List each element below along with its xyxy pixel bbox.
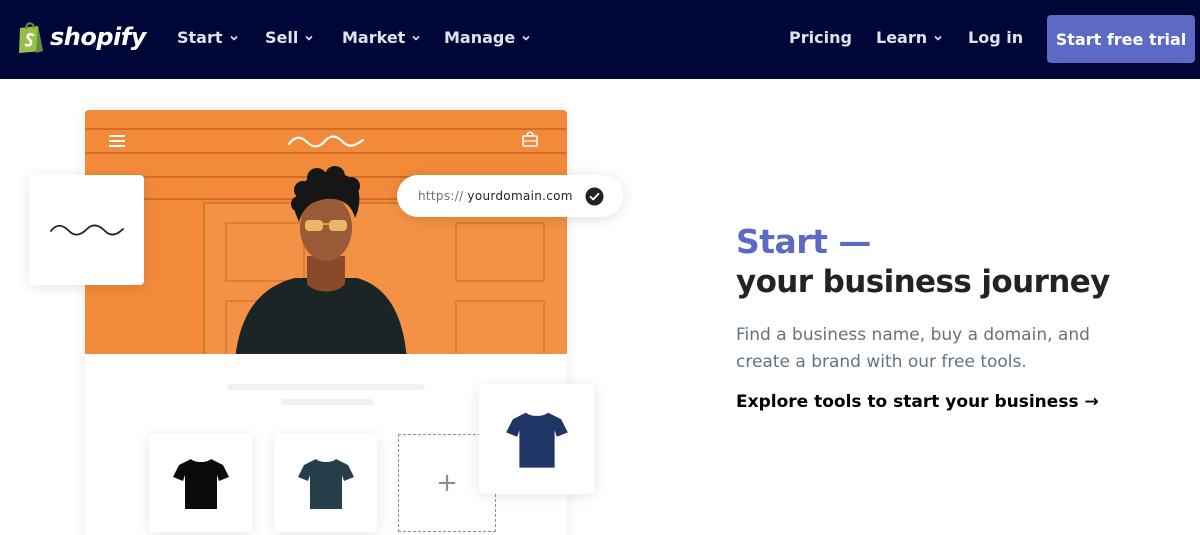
top-nav: shopify Start Sell Market Manage Pricing…: [0, 0, 1200, 79]
chevron-down-icon: [522, 35, 530, 41]
store-hero-image: [85, 110, 567, 354]
placeholder-subtitle-bar: [281, 399, 374, 405]
tshirt-icon: [172, 459, 229, 509]
domain-name: yourdomain.com: [467, 189, 573, 203]
explore-tools-link[interactable]: Explore tools to start your business →: [736, 392, 1099, 412]
shopify-bag-icon: [19, 22, 43, 53]
placeholder-title-bar: [227, 384, 425, 390]
chevron-down-icon: [934, 35, 942, 41]
checkmark-icon: [585, 187, 604, 206]
nav-item-label: Sell: [265, 28, 299, 47]
logo-card: [29, 175, 144, 285]
nav-item-sell[interactable]: Sell: [265, 28, 314, 47]
description: Find a business name, buy a domain, and …: [736, 325, 1090, 372]
start-free-trial-button[interactable]: Start free trial: [1047, 15, 1195, 63]
chevron-down-icon: [305, 35, 313, 41]
headline-accent: Start —: [736, 222, 871, 261]
door-panel: [455, 222, 545, 282]
product-card-teal-tshirt[interactable]: [274, 434, 377, 532]
tshirt-icon: [505, 412, 568, 468]
nav-item-login[interactable]: Log in: [968, 28, 1023, 47]
shopify-logo[interactable]: shopify: [16, 20, 146, 54]
chevron-down-icon: [412, 35, 420, 41]
logo-wordmark: shopify: [50, 23, 146, 51]
product-card-black-tshirt[interactable]: [149, 434, 252, 532]
nav-item-label: Log in: [968, 28, 1024, 47]
nav-item-label: Pricing: [789, 28, 852, 47]
hamburger-menu-icon[interactable]: [107, 132, 127, 148]
door-panel: [455, 300, 545, 354]
nav-item-label: Manage: [444, 28, 516, 47]
wall-plank: [85, 128, 567, 130]
nav-item-manage[interactable]: Manage: [444, 28, 531, 47]
nav-item-pricing[interactable]: Pricing: [789, 28, 852, 47]
wall-plank: [85, 152, 567, 154]
nav-item-label: Start: [177, 28, 223, 47]
domain-url-pill: https:// yourdomain.com: [397, 175, 623, 217]
chevron-down-icon: [229, 35, 238, 41]
tshirt-icon: [297, 459, 354, 509]
wave-logo-icon: [49, 224, 124, 236]
shopping-bag-icon[interactable]: [521, 130, 539, 148]
nav-item-label: Learn: [876, 28, 928, 47]
wave-logo-icon: [287, 135, 365, 148]
nav-item-label: Market: [342, 28, 406, 47]
model-person-image: [235, 166, 407, 354]
domain-protocol: https://: [418, 189, 464, 203]
nav-item-start[interactable]: Start: [177, 28, 239, 47]
product-card-navy-tshirt[interactable]: [479, 384, 594, 494]
plus-icon: +: [436, 468, 458, 498]
nav-item-learn[interactable]: Learn: [876, 28, 943, 47]
headline: your business journey: [736, 264, 1110, 300]
nav-item-market[interactable]: Market: [342, 28, 421, 47]
